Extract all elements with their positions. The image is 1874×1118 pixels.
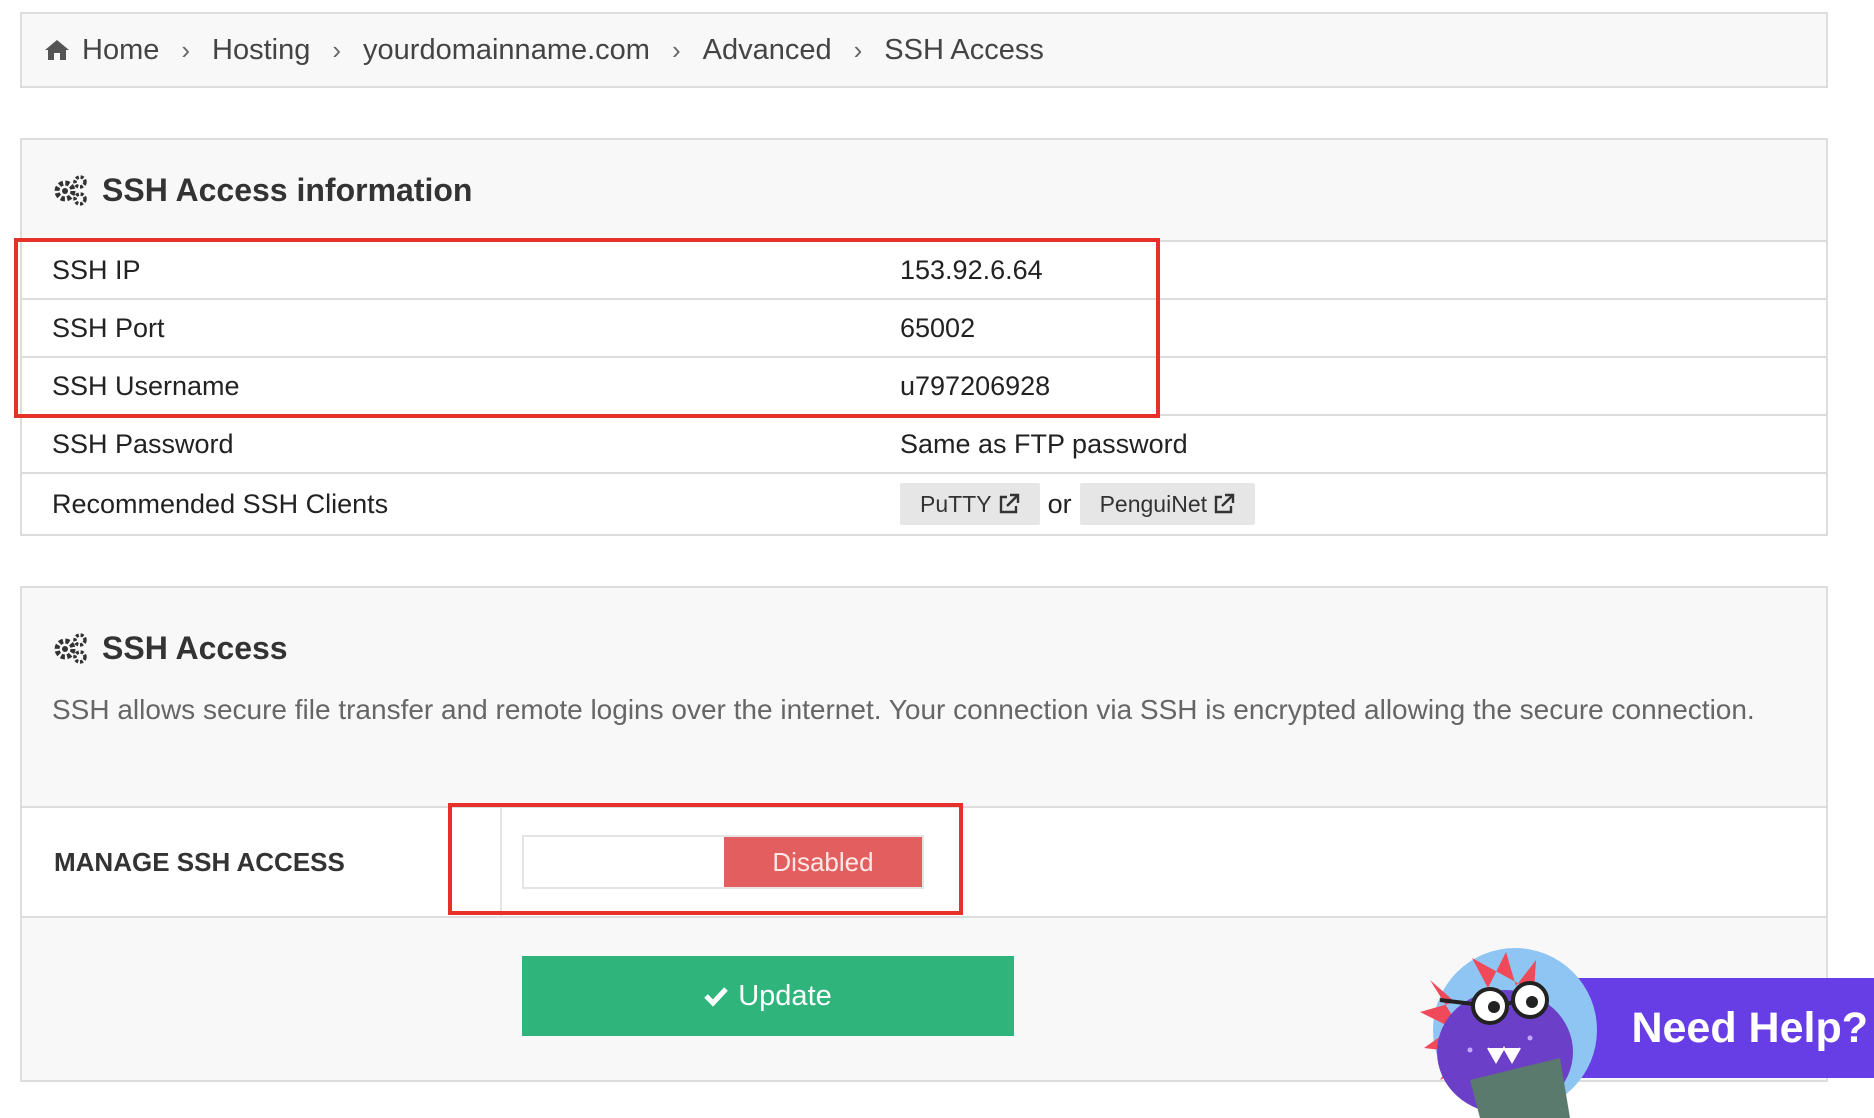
table-row: SSH IP 153.92.6.64: [22, 242, 1826, 300]
ssh-info-header: SSH Access information: [22, 140, 1826, 240]
breadcrumb-separator: ›: [853, 34, 863, 65]
breadcrumb-domain[interactable]: yourdomainname.com: [363, 34, 650, 67]
table-row: SSH Password Same as FTP password: [22, 416, 1826, 474]
external-link-icon: [999, 493, 1019, 514]
breadcrumb-home[interactable]: Home: [82, 34, 159, 67]
ssh-clients-value: PuTTY or PenguiNet: [900, 483, 1256, 525]
cogs-icon: [54, 633, 87, 664]
ssh-access-title: SSH Access: [102, 629, 288, 666]
breadcrumb-advanced[interactable]: Advanced: [703, 34, 832, 67]
check-icon: [704, 987, 729, 1007]
update-label: Update: [738, 979, 832, 1012]
manage-ssh-row: MANAGE SSH ACCESS Disabled: [22, 806, 1826, 918]
ssh-access-description: SSH allows secure file transfer and remo…: [52, 694, 1755, 725]
breadcrumb-separator: ›: [181, 34, 191, 65]
toggle-disabled-side[interactable]: Disabled: [724, 837, 922, 887]
ssh-port-value: 65002: [900, 312, 976, 343]
ssh-password-value: Same as FTP password: [900, 428, 1188, 459]
ssh-info-title: SSH Access information: [102, 171, 473, 208]
ssh-access-header: SSH Access: [22, 588, 1826, 678]
need-help-label: Need Help?: [1631, 1003, 1868, 1052]
mascot-icon: [1420, 948, 1597, 1118]
penguinet-link-button[interactable]: PenguiNet: [1079, 483, 1256, 525]
ssh-access-toggle[interactable]: Disabled: [522, 835, 924, 889]
putty-label: PuTTY: [920, 490, 992, 517]
ssh-ip-label: SSH IP: [52, 254, 141, 285]
breadcrumb: Home › Hosting › yourdomainname.com › Ad…: [20, 12, 1828, 88]
update-button[interactable]: Update: [522, 956, 1014, 1036]
table-row: SSH Username u797206928: [22, 358, 1826, 416]
breadcrumb-separator: ›: [332, 34, 342, 65]
clients-separator: or: [1047, 488, 1072, 519]
home-icon[interactable]: [44, 38, 70, 62]
ssh-port-label: SSH Port: [52, 312, 165, 343]
cogs-icon: [54, 175, 87, 206]
putty-link-button[interactable]: PuTTY: [900, 483, 1040, 525]
ssh-ip-value: 153.92.6.64: [900, 254, 1043, 285]
breadcrumb-ssh-access: SSH Access: [884, 33, 1044, 66]
ssh-info-table: SSH IP 153.92.6.64 SSH Port 65002 SSH Us…: [22, 240, 1826, 534]
ssh-username-label: SSH Username: [52, 370, 240, 401]
toggle-enabled-side[interactable]: [524, 837, 724, 887]
breadcrumb-separator: ›: [671, 34, 681, 65]
penguinet-label: PenguiNet: [1099, 490, 1208, 517]
manage-ssh-label: MANAGE SSH ACCESS: [22, 808, 502, 916]
ssh-info-panel: SSH Access information SSH IP 153.92.6.6…: [20, 138, 1828, 536]
table-row: Recommended SSH Clients PuTTY or PenguiN…: [22, 474, 1826, 534]
table-row: SSH Port 65002: [22, 300, 1826, 358]
need-help-widget[interactable]: Need Help?: [1410, 940, 1874, 1118]
manage-ssh-control: Disabled: [502, 808, 924, 916]
ssh-password-label: SSH Password: [52, 428, 234, 459]
breadcrumb-hosting[interactable]: Hosting: [212, 34, 310, 67]
ssh-clients-label: Recommended SSH Clients: [52, 488, 389, 519]
ssh-username-value: u797206928: [900, 370, 1051, 401]
external-link-icon: [1214, 493, 1235, 514]
